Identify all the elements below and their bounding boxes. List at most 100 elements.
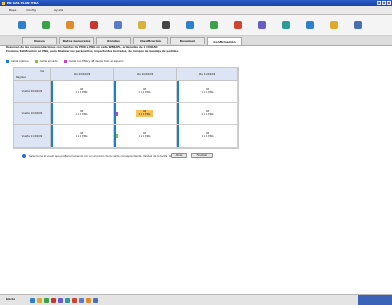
close-icon[interactable] [387,1,391,5]
fare-cell[interactable]: 48 1 x 1 ENG [51,125,114,148]
fare-value: 48 1 x 1 ENG [75,110,88,117]
grid-icon [17,20,26,29]
fare-value: 48 1 x 1 ENG [75,132,88,139]
fare-value: 48 1 x 1 ENG [75,88,88,95]
taskbar-app-icon[interactable] [86,298,91,303]
info-icon [353,20,362,29]
toolbar-button[interactable] [183,18,196,31]
tab-strip: Nuevo Datos Generales Rondas Clasificaci… [0,36,392,46]
legend-label: Celda privada [39,60,58,63]
row-header: Vuelta 11/04/09 [14,125,51,148]
grid-corner: Ida Regreso [14,68,51,81]
legend-swatch [63,60,67,63]
cell-bar [51,125,53,147]
taskbar-app-icon[interactable] [30,298,35,303]
toolbar-button[interactable] [87,18,100,31]
taskbar-app-icon[interactable] [79,298,84,303]
globe-icon [305,20,314,29]
toolbar-button[interactable] [39,18,52,31]
status-line: Seleccione el vuelo que prefiera haciend… [22,153,282,159]
fare-cell[interactable]: 48 1 x 1 ENG [51,103,114,125]
fare-value: 48 1 x 1 ENG [138,132,151,139]
fare-cell[interactable]: 48 1 x 1 ENG [114,81,177,103]
cell-bar [177,81,179,102]
cell-marker [116,134,118,138]
star-icon [329,20,338,29]
app-icon [2,1,5,5]
menu-item-help[interactable]: Ayuda [54,8,63,12]
row-header: Vuelta 09/04/09 [14,81,51,103]
tab-confirmation[interactable]: Confirmación [207,37,242,45]
back-button[interactable]: Atrás [171,153,187,158]
legend-item: Celda pública [6,60,29,63]
corner-outbound-label: Ida [40,70,44,73]
fare-cell[interactable]: 48 1 x 1 ENG [177,103,238,125]
cell-bar [177,103,179,124]
toolbar-button[interactable] [279,18,292,31]
tab-classification[interactable]: Clasificación [133,37,168,44]
tab-new[interactable]: Nuevo [22,37,57,44]
doc-icon [137,20,146,29]
menu-bar: Base Config Ayuda [0,6,392,15]
toolbar-button[interactable] [327,18,340,31]
tab-rounds[interactable]: Rondas [96,37,131,44]
maximize-icon[interactable] [382,1,386,5]
taskbar-app-icon[interactable] [72,298,77,303]
info-icon [22,154,26,158]
fare-cell-selected[interactable]: 48 1 x 1 ENG [114,103,177,125]
toolbar-button[interactable] [207,18,220,31]
fare-value: 48 1 x 1 ENG [201,110,214,117]
toolbar-button[interactable] [231,18,244,31]
minimize-icon[interactable] [377,1,381,5]
window-controls [377,1,391,5]
euro-icon [161,20,170,29]
cell-bar [51,103,53,124]
taskbar-app-icon[interactable] [37,298,42,303]
tab-summary[interactable]: Resumen [170,37,205,44]
row-header: Vuelta 10/04/09 [14,103,51,125]
fare-value: 48 1 x 1 ENG [201,88,214,95]
fare-value: 48 1 x 1 ENG [136,110,153,117]
toolbar-button[interactable] [15,18,28,31]
toolbar-button[interactable] [303,18,316,31]
legend-item: Celda con ENG y 48 desde todo el espacio [63,60,124,63]
toolbar-button[interactable] [135,18,148,31]
legend-label: Celda con ENG y 48 desde todo el espacio [68,60,124,63]
cell-marker [116,112,118,116]
menu-item-base[interactable]: Base [9,8,16,12]
taskbar-app-icon[interactable] [51,298,56,303]
table-icon [185,20,194,29]
fare-cell[interactable]: 48 1 x 1 ENG [114,125,177,148]
report-icon [257,20,266,29]
system-tray [358,295,392,305]
taskbar-app-icon[interactable] [65,298,70,303]
window-title: EN GAS PLAN ITDA [7,1,39,5]
toolbar [0,15,392,36]
column-header: Ida 09/04/09 [51,68,114,81]
fare-cell[interactable]: 48 1 x 1 ENG [51,81,114,103]
taskbar-app-icon[interactable] [44,298,49,303]
taskbar-app-icon[interactable] [58,298,63,303]
toolbar-button[interactable] [111,18,124,31]
calendar-icon [209,20,218,29]
status-text: Seleccione el vuelo que prefiera haciend… [29,154,176,158]
legend: Celda pública Celda privada Celda con EN… [6,59,236,64]
finish-button[interactable]: Finalizar [191,153,213,158]
menu-item-config[interactable]: Config [26,8,36,12]
column-header: Ida 11/04/09 [177,68,238,81]
taskbar-app-icon[interactable] [93,298,98,303]
corner-return-label: Regreso [16,76,27,79]
fare-cell[interactable]: 48 1 x 1 ENG [177,125,238,148]
start-label[interactable]: Inicio [6,297,15,301]
description-line: Presione Ratificación en ENG, para final… [6,50,179,53]
person-icon [65,20,74,29]
tab-general-data[interactable]: Datos Generales [59,37,94,44]
refresh-icon [233,20,242,29]
toolbar-button[interactable] [255,18,268,31]
toolbar-button[interactable] [63,18,76,31]
legend-swatch [34,60,38,63]
legend-label: Celda pública [11,60,29,63]
toolbar-button[interactable] [159,18,172,31]
toolbar-button[interactable] [351,18,364,31]
fare-cell[interactable]: 48 1 x 1 ENG [177,81,238,103]
